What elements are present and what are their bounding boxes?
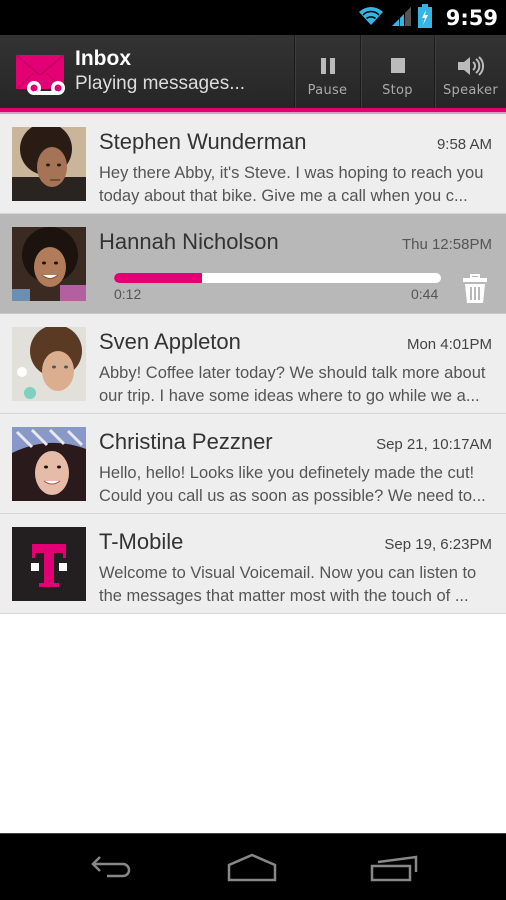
pause-label: Pause	[307, 83, 348, 98]
page-subtitle: Playing messages...	[75, 73, 246, 94]
delete-button[interactable]	[462, 274, 488, 304]
preview-line: today about that bike. Give me a call wh…	[99, 187, 468, 205]
stop-button[interactable]: Stop	[360, 35, 434, 108]
preview-line: the messages that matter most with the t…	[99, 587, 469, 605]
back-icon	[91, 856, 131, 878]
contact-name: Sven Appleton	[99, 329, 241, 354]
avatar	[12, 427, 86, 501]
speaker-label: Speaker	[443, 83, 498, 98]
message-preview: Hello, hello! Looks like you definetely …	[99, 462, 495, 508]
avatar	[12, 227, 86, 301]
status-bar: 9:59	[0, 0, 506, 35]
recent-apps-icon	[370, 855, 418, 882]
voicemail-list: Stephen Wunderman 9:58 AM Hey there Abby…	[0, 114, 506, 614]
wifi-icon	[358, 6, 384, 30]
playback-position: 0:12	[114, 286, 142, 302]
message-preview: Abby! Coffee later today? We should talk…	[99, 362, 495, 408]
status-time: 9:59	[445, 5, 498, 30]
message-preview: Hey there Abby, it's Steve. I was hoping…	[99, 162, 495, 208]
battery-charging-icon	[417, 3, 432, 32]
avatar	[12, 127, 86, 201]
voicemail-item[interactable]: T-Mobile Sep 19, 6:23PM Welcome to Visua…	[0, 514, 506, 614]
pause-icon	[320, 55, 336, 77]
message-time: Thu 12:58PM	[401, 236, 492, 253]
voicemail-envelope-icon[interactable]	[14, 53, 70, 97]
message-preview: Welcome to Visual Voicemail. Now you can…	[99, 562, 495, 608]
action-bar: Inbox Playing messages... Pause Stop Spe…	[0, 35, 506, 114]
message-time: Sep 21, 10:17AM	[376, 436, 492, 453]
voicemail-item[interactable]: Stephen Wunderman 9:58 AM Hey there Abby…	[0, 114, 506, 214]
preview-line: Welcome to Visual Voicemail. Now you can…	[99, 564, 477, 582]
preview-line: our trip. I have some ideas where to go …	[99, 387, 480, 405]
trash-icon	[463, 274, 487, 303]
back-button[interactable]	[80, 850, 140, 886]
voicemail-item[interactable]: Sven Appleton Mon 4:01PM Abby! Coffee la…	[0, 314, 506, 414]
tmobile-logo-icon	[12, 527, 86, 601]
pause-button[interactable]: Pause	[294, 35, 360, 108]
contact-name: Christina Pezzner	[99, 429, 273, 454]
message-time: Sep 19, 6:23PM	[384, 536, 492, 553]
speaker-icon	[457, 55, 485, 77]
playback-duration: 0:44	[411, 286, 439, 302]
navigation-bar	[0, 833, 506, 900]
preview-line: Abby! Coffee later today? We should talk…	[99, 364, 486, 382]
preview-line: Could you call us as soon as possible? W…	[99, 487, 486, 505]
accent-divider	[0, 108, 506, 112]
voicemail-item[interactable]: Christina Pezzner Sep 21, 10:17AM Hello,…	[0, 414, 506, 514]
page-title: Inbox	[75, 47, 131, 70]
playback-progress-fill	[114, 273, 203, 283]
home-button[interactable]	[222, 850, 282, 886]
speaker-button[interactable]: Speaker	[434, 35, 506, 108]
playback-progress-bar[interactable]	[114, 273, 441, 283]
recent-apps-button[interactable]	[365, 850, 425, 886]
avatar	[12, 327, 86, 401]
contact-name: Stephen Wunderman	[99, 129, 307, 154]
signal-icon	[390, 5, 412, 31]
contact-name: T-Mobile	[99, 529, 184, 554]
preview-line: Hello, hello! Looks like you definetely …	[99, 464, 475, 482]
stop-label: Stop	[382, 83, 413, 98]
contact-name: Hannah Nicholson	[99, 229, 279, 254]
message-time: Mon 4:01PM	[406, 336, 492, 353]
voicemail-item-playing[interactable]: Hannah Nicholson Thu 12:58PM 0:12 0:44	[0, 214, 506, 314]
preview-line: Hey there Abby, it's Steve. I was hoping…	[99, 164, 484, 182]
stop-icon	[390, 55, 406, 77]
home-icon	[227, 853, 277, 882]
message-time: 9:58 AM	[436, 136, 492, 153]
